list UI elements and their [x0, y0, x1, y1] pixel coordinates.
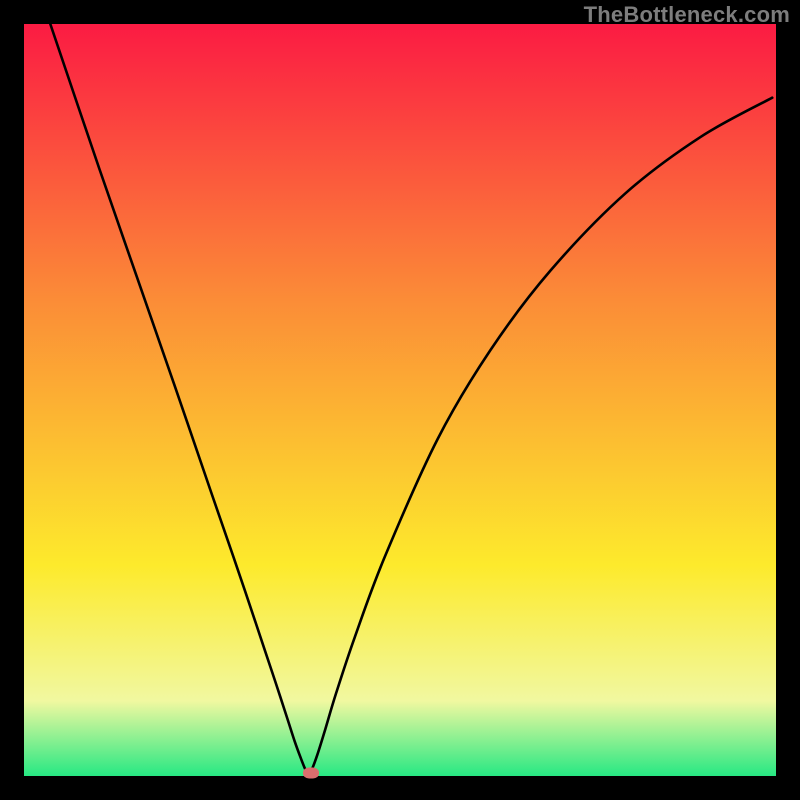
bottleneck-curve: [24, 24, 776, 776]
optimal-point-marker: [303, 768, 319, 779]
chart-frame: TheBottleneck.com: [0, 0, 800, 800]
plot-area: [24, 24, 776, 776]
